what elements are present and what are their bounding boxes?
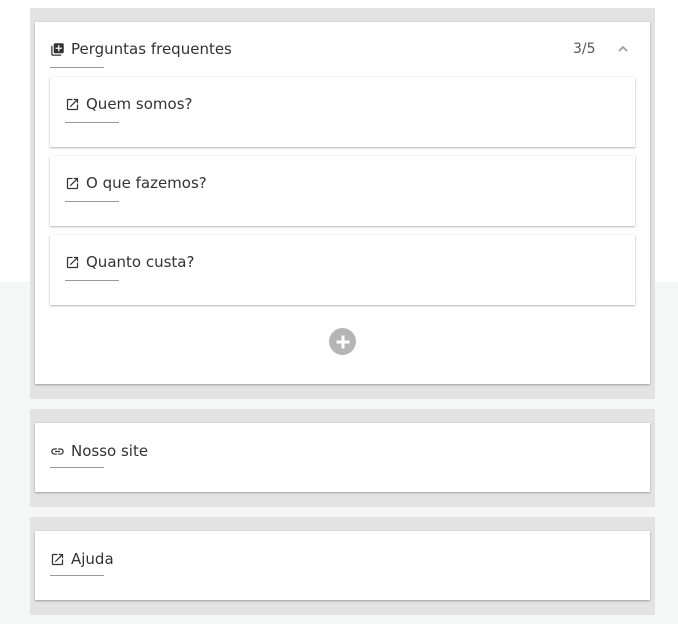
site-title-underline [50, 467, 104, 468]
faq-title: Perguntas frequentes [71, 40, 232, 58]
library-add-icon [50, 42, 65, 57]
faq-section: Perguntas frequentes 3/5 Quem somos? O q… [30, 8, 655, 399]
site-card[interactable]: Nosso site [35, 423, 650, 492]
faq-item[interactable]: O que fazemos? [50, 156, 635, 226]
open-in-new-icon [65, 97, 80, 112]
faq-item-label: Quem somos? [86, 95, 193, 113]
site-title: Nosso site [71, 442, 149, 460]
faq-item-underline [65, 201, 119, 202]
faq-item[interactable]: Quanto custa? [50, 235, 635, 305]
chevron-up-icon[interactable] [615, 41, 631, 57]
faq-title-underline [50, 67, 104, 68]
faq-item-underline [65, 122, 119, 123]
help-section: Ajuda [30, 517, 655, 615]
help-title-underline [50, 575, 104, 576]
help-card[interactable]: Ajuda [35, 531, 650, 600]
faq-header[interactable]: Perguntas frequentes [50, 40, 232, 58]
faq-item-underline [65, 280, 119, 281]
site-section: Nosso site [30, 409, 655, 507]
faq-item[interactable]: Quem somos? [50, 77, 635, 147]
open-in-new-icon [65, 176, 80, 191]
open-in-new-icon [65, 255, 80, 270]
faq-item-label: Quanto custa? [86, 253, 195, 271]
help-title: Ajuda [71, 550, 114, 568]
open-in-new-icon [50, 552, 65, 567]
faq-item-counter: 3/5 [573, 41, 596, 57]
add-item-button[interactable] [329, 328, 356, 355]
link-icon [50, 444, 65, 459]
faq-item-label: O que fazemos? [86, 174, 207, 192]
faq-card: Perguntas frequentes 3/5 Quem somos? O q… [35, 22, 650, 384]
